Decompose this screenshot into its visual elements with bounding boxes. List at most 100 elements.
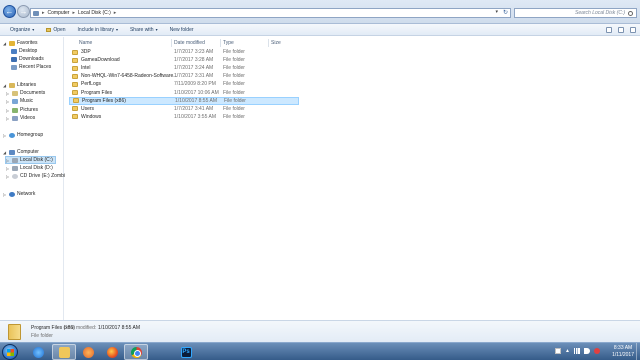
clock[interactable]: 8:33 AM 1/11/2017 bbox=[612, 345, 634, 359]
taskbar-internet-explorer[interactable] bbox=[26, 344, 50, 360]
include-in-library-menu[interactable]: Include in library ▾ bbox=[72, 24, 124, 36]
nav-local-disk-d-label: Local Disk (D:) bbox=[20, 165, 53, 171]
search-placeholder: Search Local Disk (C:) bbox=[574, 10, 625, 16]
open-folder-icon bbox=[46, 27, 52, 32]
folder-icon bbox=[72, 65, 78, 71]
chrome-icon bbox=[130, 346, 142, 358]
search-icon bbox=[628, 10, 633, 16]
file-name: Program Files bbox=[81, 89, 113, 96]
network-status-icon[interactable] bbox=[574, 348, 580, 354]
file-type: File folder bbox=[224, 97, 246, 104]
nav-libraries[interactable]: ◢ Libraries bbox=[3, 82, 36, 88]
taskbar-photoshop[interactable]: Ps bbox=[174, 344, 198, 360]
breadcrumb-separator: ▸ bbox=[42, 10, 45, 16]
file-list: Name Date modified Type Size 3DP 1/7/2017… bbox=[65, 37, 640, 320]
change-view-icon[interactable] bbox=[606, 27, 612, 33]
column-separator[interactable] bbox=[268, 39, 269, 47]
taskbar-explorer[interactable] bbox=[52, 344, 76, 360]
address-dropdown-icon[interactable]: ▾ bbox=[495, 9, 498, 15]
refresh-icon[interactable]: ↻ bbox=[503, 9, 508, 16]
collapse-arrow-icon[interactable]: ◢ bbox=[3, 150, 7, 155]
collapse-arrow-icon[interactable]: ◢ bbox=[3, 41, 7, 46]
column-separator[interactable] bbox=[220, 39, 221, 47]
expand-arrow-icon[interactable]: ▷ bbox=[6, 158, 10, 163]
volume-icon[interactable] bbox=[584, 348, 590, 354]
nav-computer[interactable]: ◢ Computer bbox=[3, 149, 39, 155]
open-button[interactable]: Open bbox=[40, 24, 71, 36]
forward-button[interactable]: → bbox=[17, 5, 30, 18]
taskbar-media-player[interactable] bbox=[76, 344, 100, 360]
file-row[interactable]: Program Files 1/10/2017 10:06 AM File fold… bbox=[69, 89, 299, 97]
organize-menu[interactable]: Organize ▾ bbox=[4, 24, 40, 36]
expand-arrow-icon[interactable]: ▷ bbox=[6, 174, 10, 179]
address-bar[interactable]: ▸ Computer ▸ Local Disk (C:) ▸ ▾ ↻ bbox=[30, 8, 511, 18]
file-row[interactable]: Windows 1/10/2017 3:55 AM File folder bbox=[69, 113, 299, 121]
nav-videos[interactable]: ▷ Videos bbox=[6, 115, 35, 121]
expand-arrow-icon[interactable]: ▷ bbox=[3, 133, 7, 138]
column-header-date-modified[interactable]: Date modified bbox=[174, 39, 205, 47]
nav-cd-drive[interactable]: ▷ CD Drive (E:) Zombi bbox=[6, 173, 65, 179]
breadcrumb-local-disk-c[interactable]: Local Disk (C:) bbox=[78, 10, 111, 16]
new-folder-button[interactable]: New folder bbox=[164, 24, 200, 36]
show-desktop-button[interactable] bbox=[636, 343, 640, 360]
nav-documents[interactable]: ▷ Documents bbox=[6, 90, 45, 96]
nav-pictures[interactable]: ▷ Pictures bbox=[6, 107, 38, 113]
file-row[interactable]: Non-WHQL-Win7-6458-Radeon-Software... 1/7… bbox=[69, 72, 299, 80]
start-button[interactable] bbox=[2, 344, 18, 360]
file-name: Intel bbox=[81, 65, 91, 72]
help-icon[interactable] bbox=[630, 27, 636, 33]
file-date-modified: 7/11/2009 8:20 PM bbox=[174, 81, 216, 88]
file-row[interactable]: 3DP 1/7/2017 3:23 AM File folder bbox=[69, 48, 299, 56]
nav-network[interactable]: ▷ Network bbox=[3, 191, 35, 197]
file-date-modified: 1/7/2017 3:23 AM bbox=[174, 49, 214, 55]
media-player-icon bbox=[82, 346, 94, 358]
file-row[interactable]: Program Files (x86) 1/10/2017 8:55 AM File… bbox=[69, 96, 299, 105]
breadcrumb-computer[interactable]: Computer bbox=[48, 10, 70, 16]
downloads-icon bbox=[11, 56, 17, 62]
expand-arrow-icon[interactable]: ▷ bbox=[6, 91, 10, 96]
search-box[interactable]: Search Local Disk (C:) bbox=[514, 8, 637, 18]
nav-local-disk-d[interactable]: ▷ Local Disk (D:) bbox=[6, 165, 53, 171]
column-header-name[interactable]: Name bbox=[79, 39, 92, 47]
column-separator[interactable] bbox=[171, 39, 172, 47]
expand-arrow-icon[interactable]: ▷ bbox=[3, 192, 7, 197]
nav-music[interactable]: ▷ Music bbox=[6, 98, 33, 104]
nav-downloads[interactable]: Downloads bbox=[11, 56, 44, 62]
folder-icon bbox=[73, 98, 79, 104]
expand-arrow-icon[interactable]: ▷ bbox=[6, 108, 10, 113]
show-hidden-icons-icon[interactable]: ▲ bbox=[565, 348, 570, 354]
file-row[interactable]: Intel 1/7/2017 3:24 AM File folder bbox=[69, 64, 299, 72]
file-row[interactable]: PerfLogs 7/11/2009 8:20 PM File folder bbox=[69, 80, 299, 88]
share-with-menu[interactable]: Share with ▾ bbox=[124, 24, 164, 36]
expand-arrow-icon[interactable]: ▷ bbox=[6, 166, 10, 171]
nav-local-disk-c[interactable]: ▷ Local Disk (C:) bbox=[5, 156, 56, 164]
file-type: File folder bbox=[223, 105, 245, 112]
new-folder-label: New folder bbox=[169, 26, 194, 33]
expand-arrow-icon[interactable]: ▷ bbox=[6, 116, 10, 121]
expand-arrow-icon[interactable]: ▷ bbox=[6, 99, 10, 104]
back-button[interactable]: ← bbox=[3, 5, 16, 18]
column-header-size[interactable]: Size bbox=[271, 39, 281, 47]
computer-crumb-icon bbox=[33, 10, 39, 16]
details-pane: Program Files (x86) Date modified: 1/10/… bbox=[0, 320, 640, 342]
nav-favorites[interactable]: ◢ Favorites bbox=[3, 40, 38, 46]
nav-recent-places[interactable]: Recent Places bbox=[11, 64, 51, 70]
taskbar-firefox[interactable] bbox=[100, 344, 124, 360]
file-row[interactable]: Users 1/7/2017 3:41 AM File folder bbox=[69, 105, 299, 113]
preview-pane-icon[interactable] bbox=[618, 27, 624, 33]
file-date-modified: 1/10/2017 3:55 AM bbox=[174, 113, 216, 120]
nav-favorites-label: Favorites bbox=[17, 40, 38, 46]
nav-pictures-label: Pictures bbox=[20, 107, 39, 113]
alert-icon[interactable] bbox=[594, 348, 600, 354]
nav-desktop[interactable]: Desktop bbox=[11, 48, 37, 54]
file-date-modified: 1/10/2017 10:06 AM bbox=[174, 89, 219, 96]
file-row[interactable]: GameaDownload 1/7/2017 3:28 AM File folder bbox=[69, 56, 299, 64]
action-center-flag-icon[interactable] bbox=[555, 348, 562, 354]
collapse-arrow-icon[interactable]: ◢ bbox=[3, 83, 7, 88]
favorites-star-icon bbox=[9, 40, 15, 46]
folder-icon bbox=[72, 114, 78, 120]
column-header-type[interactable]: Type bbox=[223, 39, 234, 47]
taskbar-chrome[interactable] bbox=[124, 344, 148, 360]
desktop-icon bbox=[11, 48, 17, 54]
nav-homegroup[interactable]: ▷ Homegroup bbox=[3, 132, 43, 138]
